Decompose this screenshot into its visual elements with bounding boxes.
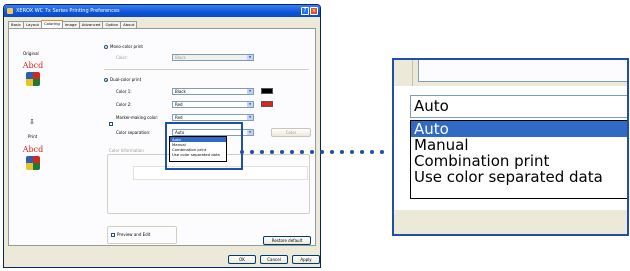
tab-strip: Basic Layout Coloring Image Advanced Opt…	[8, 20, 138, 28]
divider	[104, 69, 309, 70]
sample-text: Abcd	[22, 61, 44, 70]
option-manual[interactable]: Manual	[411, 137, 627, 153]
checkbox[interactable]	[109, 122, 113, 126]
color2-swatch	[261, 101, 273, 107]
dotted-connector	[240, 150, 384, 154]
help-icon[interactable]: ?	[301, 7, 309, 15]
color-separation-dropdown-list[interactable]: Auto Manual Combination print Use color …	[410, 120, 627, 199]
tab-layout[interactable]: Layout	[23, 21, 42, 28]
zoom-callout: Auto Auto Manual Combination print Use c…	[392, 58, 629, 236]
option-use-color-separated-data[interactable]: Use color separated data	[411, 169, 627, 185]
tab-basic[interactable]: Basic	[8, 21, 25, 28]
color1-value: Black	[175, 89, 186, 94]
chevron-down-icon: ▼	[247, 102, 253, 107]
dual-color-print-label: Dual-color print	[110, 77, 142, 82]
mono-color-print-label: Mono-color print	[110, 44, 143, 49]
tab-coloring[interactable]: Coloring	[40, 20, 63, 28]
cancel-button[interactable]: Cancel	[260, 255, 288, 264]
mono-color-select[interactable]: Black ▼	[172, 54, 254, 61]
tab-image[interactable]: Image	[61, 21, 80, 28]
dual-color-radio[interactable]	[104, 78, 108, 82]
color1-label: Color 1:	[116, 89, 132, 94]
option-auto[interactable]: Auto	[411, 121, 627, 137]
printer-icon	[7, 8, 13, 14]
color2-label: Color 2:	[116, 102, 132, 107]
chevron-down-icon: ▼	[247, 55, 253, 60]
printing-preferences-dialog: XEROX WC 7x Series Printing Preferences …	[3, 4, 321, 268]
original-label: Original	[23, 51, 39, 56]
window-title: XEROX WC 7x Series Printing Preferences	[16, 8, 120, 14]
chevron-down-icon: ▼	[247, 115, 253, 120]
ok-button[interactable]: OK	[228, 255, 256, 264]
tab-about[interactable]: About	[120, 21, 138, 28]
color2-select[interactable]: Red ▼	[172, 101, 254, 108]
marker-color-value: Red	[175, 115, 183, 120]
preview-edit-checkbox[interactable]	[111, 233, 115, 237]
color-separation-label: Color separation:	[116, 130, 151, 135]
figure: XEROX WC 7x Series Printing Preferences …	[0, 0, 630, 271]
color1-swatch	[261, 88, 273, 94]
preview-edit-label: Preview and Edit	[117, 232, 151, 237]
marker-color-label: Marker-making color:	[116, 115, 159, 120]
color1-select[interactable]: Black ▼	[172, 88, 254, 95]
sample-picture	[26, 72, 40, 86]
option-combination-print[interactable]: Combination print	[411, 153, 627, 169]
arrow-down-icon: ⇩	[29, 118, 35, 126]
apply-button[interactable]: Apply	[292, 255, 320, 264]
zoom-top-strip	[394, 60, 627, 86]
color2-value: Red	[175, 102, 183, 107]
color-button[interactable]: Color	[271, 128, 311, 137]
print-sample-picture	[26, 156, 40, 170]
chevron-down-icon: ▼	[247, 89, 253, 94]
mini-dropdown-list[interactable]: Auto Manual Combination print Use color …	[169, 136, 227, 162]
chevron-down-icon: ▼	[247, 130, 253, 135]
close-icon[interactable]: ×	[310, 7, 318, 15]
original-sample: Abcd	[22, 61, 44, 95]
color-information-label: Color Information	[109, 148, 144, 153]
zoom-upper-field	[418, 60, 627, 82]
mini-option-separated[interactable]: Use color separated data	[170, 152, 226, 157]
zoom-bottom-strip	[394, 210, 627, 234]
restore-default-button[interactable]: Restore default	[263, 236, 311, 245]
mono-color-value: Black	[175, 55, 186, 60]
print-sample: Abcd	[22, 145, 44, 179]
print-label: Print	[28, 134, 38, 139]
tab-option[interactable]: Option	[102, 21, 122, 28]
color-separation-combo[interactable]: Auto	[410, 95, 627, 118]
title-bar: XEROX WC 7x Series Printing Preferences …	[4, 5, 320, 17]
tab-advanced[interactable]: Advanced	[78, 21, 104, 28]
marker-color-select[interactable]: Red ▼	[172, 114, 254, 121]
print-sample-text: Abcd	[22, 145, 44, 154]
mono-color-label: Color:	[116, 55, 128, 60]
coloring-panel: Original Abcd ⇩ Print Abcd Mono-color pr…	[8, 28, 316, 246]
mono-color-radio[interactable]	[104, 45, 108, 49]
